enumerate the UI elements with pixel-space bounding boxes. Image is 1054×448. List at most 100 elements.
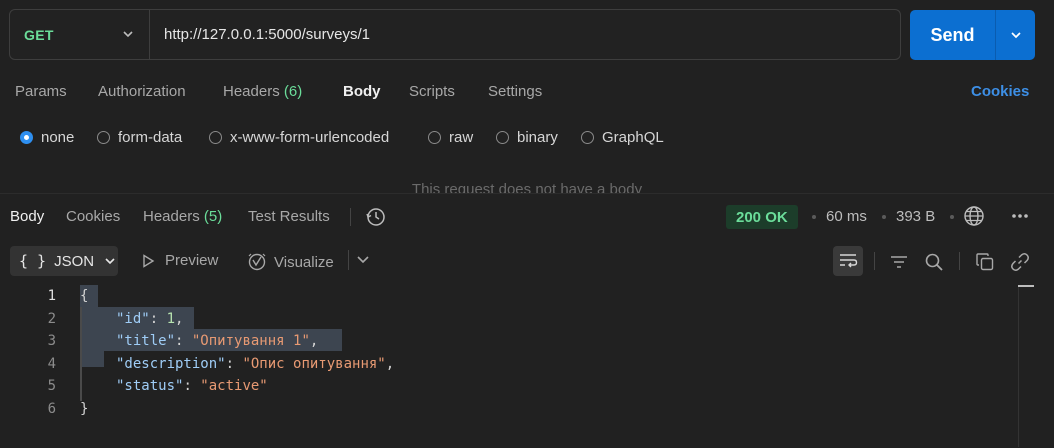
play-icon: [143, 253, 155, 268]
tab-params[interactable]: Params: [15, 83, 67, 103]
json-key: "status": [116, 378, 184, 395]
code-text: }: [80, 400, 89, 417]
chevron-down-icon: [105, 258, 115, 265]
scrollbar-track[interactable]: [1018, 287, 1019, 447]
visualize-options-chevron-icon[interactable]: [355, 253, 371, 271]
send-button-group: Send: [910, 10, 1035, 60]
visualize-label: Visualize: [274, 253, 334, 271]
separator-dot: [950, 215, 954, 219]
tab-label: Params: [15, 83, 67, 100]
history-icon[interactable]: [365, 206, 387, 232]
json-separator: :: [175, 333, 192, 350]
body-type-none-radio[interactable]: none: [20, 127, 74, 147]
json-value: "Опитування 1": [191, 333, 310, 350]
response-panel: Body Cookies Headers (5) Test Results 20…: [0, 193, 1054, 448]
wrap-lines-button[interactable]: [833, 246, 863, 276]
tab-authorization[interactable]: Authorization: [98, 83, 186, 103]
line-number: 3: [47, 333, 56, 350]
body-type-raw-radio[interactable]: raw: [428, 127, 473, 147]
radio-checked-icon: [20, 130, 33, 144]
tab-label: Settings: [488, 83, 543, 100]
scrollbar-thumb[interactable]: [1018, 285, 1034, 287]
json-comma: ,: [385, 355, 395, 372]
more-options-icon[interactable]: [1010, 208, 1030, 228]
chevron-down-icon: [1010, 32, 1021, 39]
line-number: 5: [47, 378, 56, 395]
response-tab-test-results[interactable]: Test Results: [248, 208, 330, 225]
radio-label: GraphQL: [602, 128, 664, 146]
tab-label: Body: [343, 83, 381, 100]
visualize-button[interactable]: Visualize: [247, 252, 334, 272]
line-number: 2: [47, 310, 56, 327]
response-tab-body[interactable]: Body: [10, 208, 44, 225]
search-icon[interactable]: [922, 250, 946, 274]
json-separator: :: [149, 310, 167, 327]
status-badge[interactable]: 200 OK: [726, 205, 798, 229]
line-number: 6: [47, 400, 56, 417]
tab-scripts[interactable]: Scripts: [409, 83, 455, 103]
url-input[interactable]: [151, 10, 899, 59]
response-tab-cookies[interactable]: Cookies: [66, 208, 120, 225]
divider: [350, 208, 351, 226]
code-text: {: [80, 288, 89, 305]
response-tab-headers[interactable]: Headers (5): [143, 208, 222, 225]
body-type-urlencoded-radio[interactable]: x-www-form-urlencoded: [209, 127, 389, 147]
code-line: 3 "title": "Опитування 1",: [0, 330, 1000, 353]
visualize-icon: [248, 253, 266, 271]
line-number: 4: [47, 355, 56, 372]
radio-label: none: [41, 128, 75, 146]
separator-dot: [882, 215, 886, 219]
copy-icon[interactable]: [973, 250, 997, 274]
radio-icon: [581, 130, 594, 144]
link-icon[interactable]: [1008, 250, 1032, 274]
json-key: "id": [116, 310, 150, 327]
radio-label: form-data: [118, 128, 183, 146]
json-value: 1: [166, 310, 176, 327]
method-label: GET: [24, 26, 54, 43]
json-comma: ,: [175, 310, 184, 327]
json-key: "title": [116, 333, 176, 350]
line-number: 1: [47, 288, 56, 305]
code-line: 2 "id": 1,: [0, 308, 1000, 331]
chevron-down-icon: [123, 31, 133, 38]
tab-label: Headers: [143, 208, 200, 225]
separator-dot: [812, 215, 816, 219]
cookies-link[interactable]: Cookies: [971, 83, 1029, 100]
globe-icon[interactable]: [963, 205, 985, 231]
format-select[interactable]: { } JSON: [10, 246, 118, 276]
preview-label: Preview: [165, 252, 219, 269]
tab-headers[interactable]: Headers (6): [223, 83, 302, 103]
divider: [959, 252, 960, 270]
response-size[interactable]: 393 B: [896, 208, 935, 225]
tab-count: (5): [203, 208, 223, 225]
json-key: "description": [116, 355, 226, 372]
body-type-form-data-radio[interactable]: form-data: [97, 127, 182, 147]
response-body-editor[interactable]: 1 { 2 "id": 1, 3 "title": "Опитування 1"…: [0, 285, 1054, 445]
response-time[interactable]: 60 ms: [826, 208, 867, 225]
code-line: 4 "description": "Опис опитування",: [0, 353, 1000, 376]
tab-label: Test Results: [248, 208, 330, 225]
json-value: "active": [200, 378, 268, 395]
send-button[interactable]: Send: [910, 10, 995, 60]
json-separator: :: [225, 355, 243, 372]
radio-icon: [428, 130, 441, 144]
json-value: "Опис опитування": [242, 355, 386, 372]
radio-icon: [97, 130, 110, 144]
radio-icon: [496, 130, 509, 144]
filter-icon[interactable]: [887, 250, 911, 274]
preview-button[interactable]: Preview: [140, 252, 218, 269]
send-options-button[interactable]: [996, 10, 1035, 60]
body-type-binary-radio[interactable]: binary: [496, 127, 558, 147]
tab-body[interactable]: Body: [343, 83, 381, 103]
code-line: 1 {: [0, 285, 1000, 308]
tab-count: (6): [283, 83, 303, 100]
body-type-graphql-radio[interactable]: GraphQL: [581, 127, 664, 147]
method-select[interactable]: GET: [10, 10, 150, 59]
no-body-message: This request does not have a body: [411, 181, 643, 193]
tab-settings[interactable]: Settings: [488, 83, 542, 103]
tab-label: Scripts: [409, 83, 455, 100]
tab-label: Authorization: [98, 83, 186, 100]
tab-label: Cookies: [66, 208, 121, 225]
wrap-lines-icon: [840, 254, 858, 268]
divider: [348, 250, 349, 270]
